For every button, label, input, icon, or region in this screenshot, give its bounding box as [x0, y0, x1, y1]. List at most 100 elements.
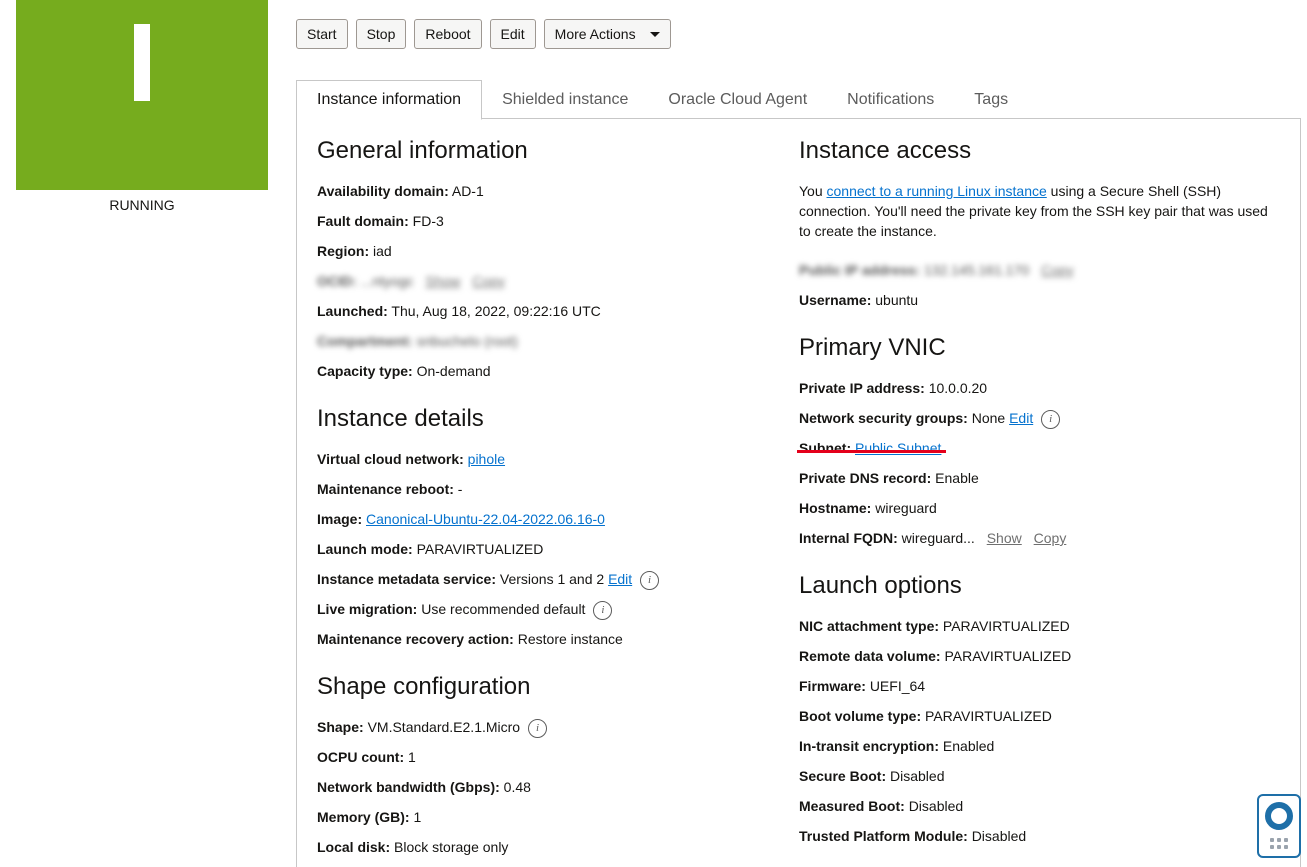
field-value: wireguard — [875, 500, 937, 516]
username-row: Username: ubuntu — [799, 285, 1269, 315]
metadata-service-row: Instance metadata service: Versions 1 an… — [317, 564, 777, 594]
field-label: Fault domain: — [317, 213, 409, 229]
field-label: Shape: — [317, 719, 364, 735]
field-label: Maintenance reboot: — [317, 481, 454, 497]
tab-shielded-instance[interactable]: Shielded instance — [482, 80, 648, 119]
subnet-highlight-underline — [797, 450, 946, 453]
action-toolbar: Start Stop Reboot Edit More Actions — [296, 19, 671, 49]
field-value: None — [971, 410, 1006, 426]
field-label: OCPU count: — [317, 749, 405, 765]
tab-oracle-cloud-agent[interactable]: Oracle Cloud Agent — [648, 80, 827, 119]
instance-initial-glyph — [134, 24, 150, 101]
field-label: Subnet: — [799, 440, 852, 456]
private-ip-row: Private IP address: 10.0.0.20 — [799, 373, 1269, 403]
start-button[interactable]: Start — [296, 19, 348, 49]
field-label: Network bandwidth (Gbps): — [317, 779, 500, 795]
reboot-button[interactable]: Reboot — [414, 19, 482, 49]
capacity-type-row: Capacity type: On-demand — [317, 356, 777, 386]
field-value: AD-1 — [451, 183, 484, 199]
field-value: - — [457, 481, 463, 497]
lifebuoy-icon — [1265, 802, 1293, 830]
metadata-edit-link[interactable]: Edit — [608, 571, 632, 587]
field-label: Measured Boot: — [799, 798, 905, 814]
field-value: On-demand — [416, 363, 491, 379]
info-icon[interactable]: i — [527, 718, 547, 738]
field-value: PARAVIRTUALIZED — [925, 708, 1052, 724]
field-label: Firmware: — [799, 678, 866, 694]
vcn-link[interactable]: pihole — [468, 451, 505, 467]
info-icon[interactable]: i — [593, 600, 613, 620]
field-label: Network security groups: — [799, 410, 968, 426]
shape-configuration-heading: Shape configuration — [317, 673, 531, 700]
field-label: Maintenance recovery action: — [317, 631, 514, 647]
field-label: Launch mode: — [317, 541, 413, 557]
connect-linux-instance-link[interactable]: connect to a running Linux instance — [827, 183, 1047, 199]
tab-tags[interactable]: Tags — [954, 80, 1028, 119]
fqdn-show-link[interactable]: Show — [987, 530, 1022, 546]
edit-button[interactable]: Edit — [489, 19, 536, 49]
field-value: Thu, Aug 18, 2022, 09:22:16 UTC — [391, 303, 601, 319]
field-value: PARAVIRTUALIZED — [416, 541, 544, 557]
ocid-row: OCID: ...ntyogc Show Copy — [317, 266, 777, 296]
field-value: wireguard... — [901, 530, 975, 546]
info-icon[interactable]: i — [1041, 409, 1061, 429]
info-icon[interactable]: i — [640, 570, 660, 590]
boot-volume-row: Boot volume type: PARAVIRTUALIZED — [799, 701, 1269, 731]
field-value: Block storage only — [394, 839, 509, 855]
field-value: 1 — [408, 749, 416, 765]
field-label: Capacity type: — [317, 363, 413, 379]
fqdn-copy-link[interactable]: Copy — [1034, 530, 1067, 546]
bandwidth-row: Network bandwidth (Gbps): 0.48 — [317, 772, 777, 802]
instance-status-tile — [16, 0, 268, 190]
subnet-link[interactable]: Public Subnet — [855, 440, 941, 456]
public-ip-copy-link[interactable]: Copy — [1041, 262, 1074, 278]
tpm-row: Trusted Platform Module: Disabled — [799, 821, 1269, 851]
nsg-row: Network security groups: None Edit i — [799, 403, 1269, 433]
field-label: Username: — [799, 292, 872, 308]
ocid-copy-link[interactable]: Copy — [472, 273, 505, 289]
field-value: 1 — [413, 809, 422, 825]
field-label: Hostname: — [799, 500, 872, 516]
maintenance-reboot-row: Maintenance reboot: - — [317, 474, 777, 504]
field-label: Remote data volume: — [799, 648, 941, 664]
instance-access-heading: Instance access — [799, 137, 972, 164]
measured-boot-row: Measured Boot: Disabled — [799, 791, 1269, 821]
field-label: NIC attachment type: — [799, 618, 940, 634]
field-label: Internal FQDN: — [799, 530, 898, 546]
launch-mode-row: Launch mode: PARAVIRTUALIZED — [317, 534, 777, 564]
field-label: Launched: — [317, 303, 388, 319]
tab-instance-information[interactable]: Instance information — [296, 80, 483, 120]
ocid-show-link[interactable]: Show — [425, 273, 460, 289]
field-label: Region: — [317, 243, 370, 259]
field-value: Disabled — [971, 828, 1027, 844]
field-label: Virtual cloud network: — [317, 451, 464, 467]
field-value: PARAVIRTUALIZED — [944, 648, 1072, 664]
tab-notifications[interactable]: Notifications — [827, 80, 954, 119]
primary-vnic-heading: Primary VNIC — [799, 334, 946, 361]
field-label: Image: — [317, 511, 363, 527]
help-widget[interactable] — [1257, 794, 1301, 858]
more-actions-label: More Actions — [554, 26, 636, 42]
field-label: Memory (GB): — [317, 809, 410, 825]
image-link[interactable]: Canonical-Ubuntu-22.04-2022.06.16-0 — [366, 511, 605, 527]
field-label: Private DNS record: — [799, 470, 932, 486]
field-value: PARAVIRTUALIZED — [942, 618, 1070, 634]
more-actions-button[interactable]: More Actions — [543, 19, 671, 49]
stop-button[interactable]: Stop — [355, 19, 407, 49]
field-value: Enable — [935, 470, 979, 486]
drag-handle-icon[interactable] — [1270, 838, 1288, 849]
right-column: Instance access You connect to a running… — [799, 118, 1269, 851]
instance-details-heading: Instance details — [317, 405, 484, 432]
field-value: FD-3 — [412, 213, 444, 229]
nic-attachment-row: NIC attachment type: PARAVIRTUALIZED — [799, 611, 1269, 641]
field-label: Boot volume type: — [799, 708, 922, 724]
field-value: Enabled — [942, 738, 995, 754]
compartment-row: Compartment: snbuchelo (root) — [317, 326, 777, 356]
tab-bar: Instance information Shielded instance O… — [296, 80, 1301, 120]
availability-domain-row: Availability domain: AD-1 — [317, 176, 777, 206]
secure-boot-row: Secure Boot: Disabled — [799, 761, 1269, 791]
field-label: In-transit encryption: — [799, 738, 940, 754]
nsg-edit-link[interactable]: Edit — [1009, 410, 1033, 426]
field-label: Local disk: — [317, 839, 391, 855]
region-row: Region: iad — [317, 236, 777, 266]
